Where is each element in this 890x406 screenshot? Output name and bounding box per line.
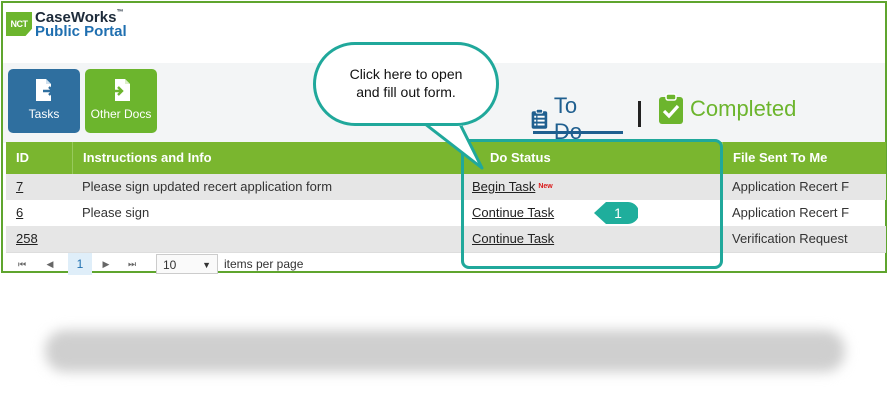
tasks-button[interactable]: Tasks xyxy=(8,69,80,133)
header-file-sent[interactable]: File Sent To Me xyxy=(722,142,886,174)
tab-completed[interactable]: Completed xyxy=(658,93,796,125)
callout-line-2: and fill out form. xyxy=(356,84,456,100)
other-docs-button[interactable]: Other Docs xyxy=(85,69,157,133)
step-marker-number: 1 xyxy=(614,205,622,221)
tasks-label: Tasks xyxy=(28,107,60,121)
callout-tail xyxy=(416,120,484,170)
active-tab-underline xyxy=(533,131,623,134)
callout-text: Click here to open and fill out form. xyxy=(316,65,496,101)
trademark-mark: ™ xyxy=(116,9,124,16)
prev-page-icon[interactable]: ◀ xyxy=(42,253,58,275)
export-document-icon xyxy=(36,79,55,101)
row-info: Please sign updated recert application f… xyxy=(82,179,333,194)
blurred-shadow xyxy=(45,330,845,372)
header-instructions[interactable]: Instructions and Info xyxy=(72,142,462,174)
header-id[interactable]: ID xyxy=(6,142,72,174)
instruction-callout: Click here to open and fill out form. xyxy=(313,42,499,126)
tab-completed-label: Completed xyxy=(690,96,797,121)
page-size-value: 10 xyxy=(163,258,177,272)
page-size-label: items per page xyxy=(224,257,304,271)
clipboard-check-icon xyxy=(659,93,683,124)
last-page-icon[interactable]: ⏭ xyxy=(124,253,140,275)
table-row: 7 Please sign updated recert application… xyxy=(6,174,886,200)
tab-divider xyxy=(638,101,641,127)
page-size-select[interactable]: 10 ▼ xyxy=(156,254,218,274)
row-info xyxy=(72,226,462,252)
row-file: Verification Request xyxy=(732,231,848,246)
other-docs-label: Other Docs xyxy=(90,107,152,121)
import-document-icon xyxy=(111,79,130,101)
caret-down-icon: ▼ xyxy=(202,260,211,270)
table-row: 258 Continue Task Verification Request xyxy=(6,226,886,252)
current-page-button[interactable]: 1 xyxy=(68,253,92,275)
next-page-icon[interactable]: ▶ xyxy=(98,253,114,275)
nct-logo: NCT xyxy=(6,12,32,36)
pagination-bar: ⏮ ◀ 1 ▶ ⏭ 10 ▼ items per page xyxy=(6,252,886,275)
callout-line-1: Click here to open xyxy=(349,66,463,82)
row-file: Application Recert F xyxy=(732,205,850,220)
brand-subtitle: Public Portal xyxy=(35,23,127,40)
tab-todo-label: To Do xyxy=(553,93,582,144)
table-row: 6 Please sign Continue Task Application … xyxy=(6,200,886,226)
first-page-icon[interactable]: ⏮ xyxy=(14,253,30,275)
row-info: Please sign xyxy=(82,205,150,220)
row-id-link[interactable]: 6 xyxy=(16,205,23,220)
step-marker: 1 xyxy=(594,202,638,224)
row-id-link[interactable]: 7 xyxy=(16,179,23,194)
tab-todo[interactable]: To Do xyxy=(531,93,623,145)
row-id-link[interactable]: 258 xyxy=(16,231,38,246)
row-file: Application Recert F xyxy=(732,179,850,194)
